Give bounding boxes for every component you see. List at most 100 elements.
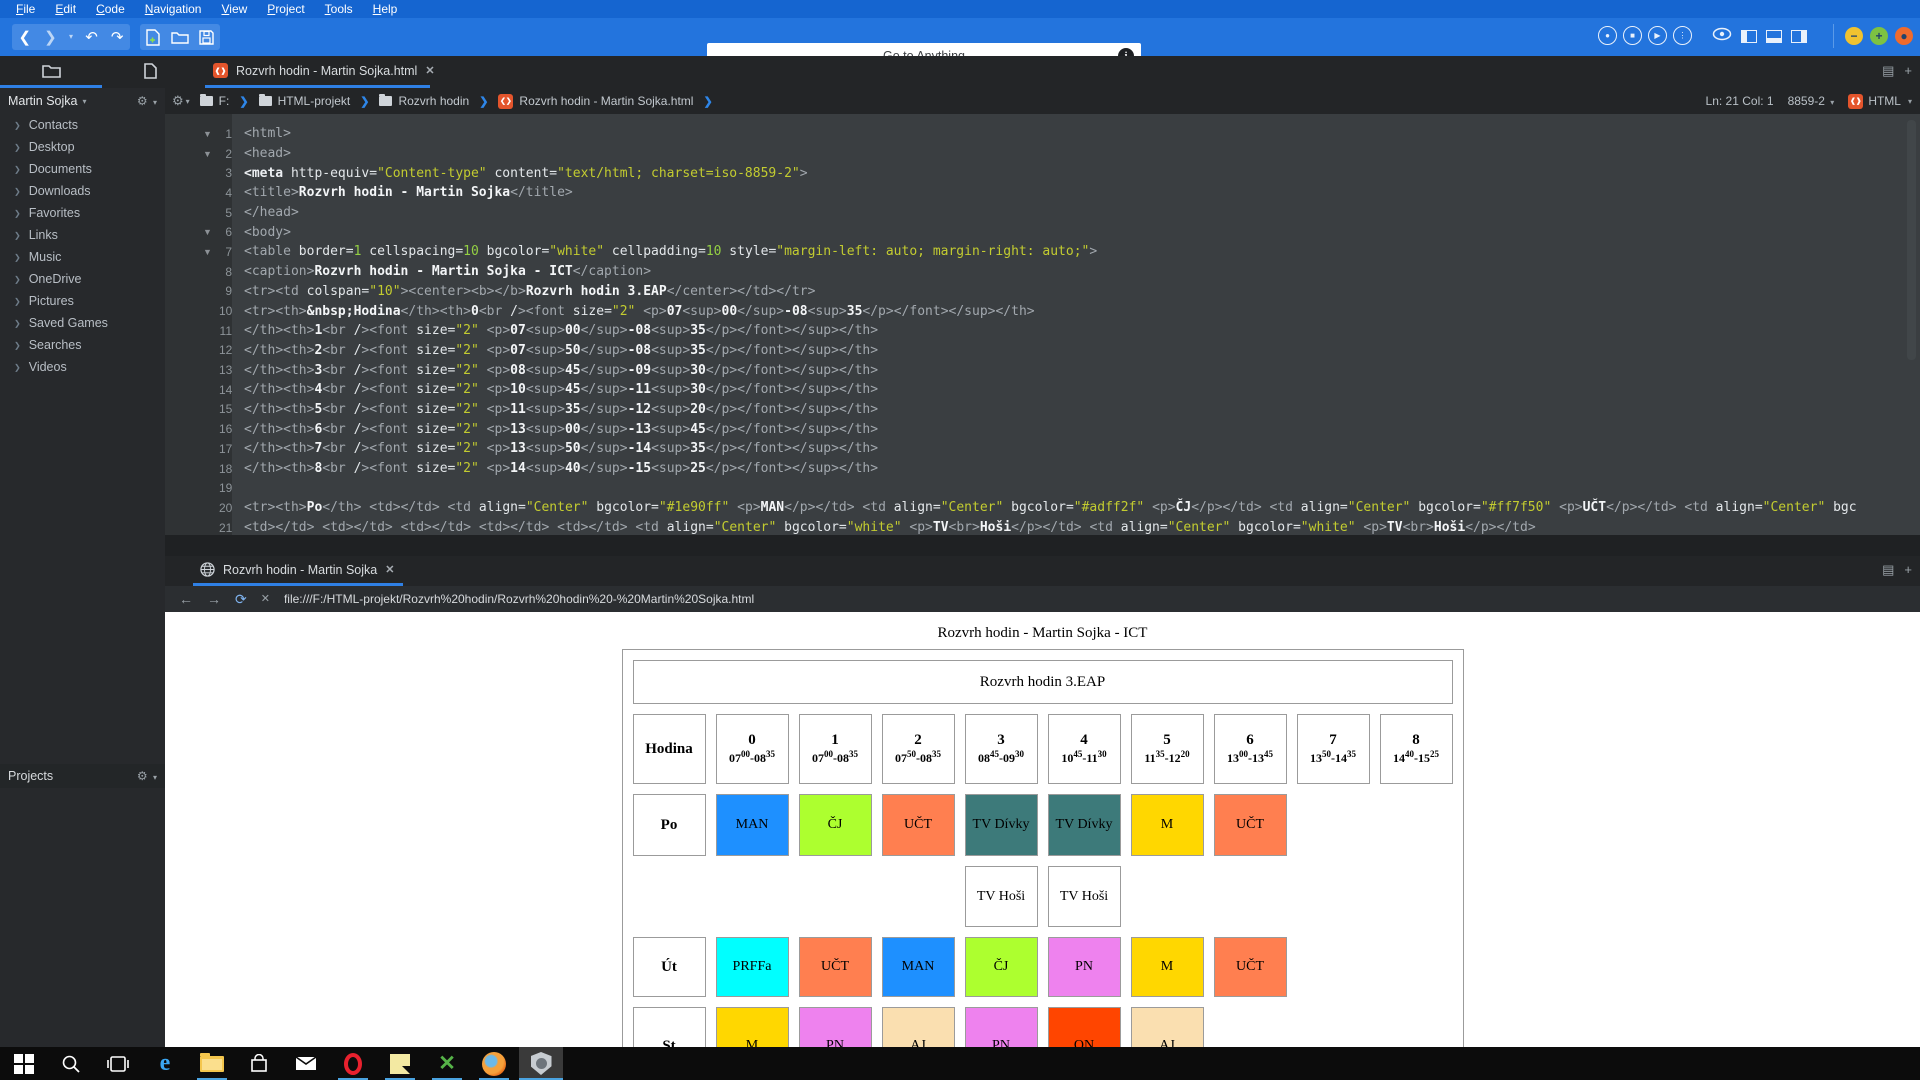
preview-stop-icon[interactable]: ✕ bbox=[261, 594, 270, 605]
tab-list-icon[interactable]: ▤ bbox=[1882, 63, 1894, 79]
menu-tools[interactable]: Tools bbox=[317, 2, 361, 16]
expand-chevron-icon[interactable]: ❯ bbox=[14, 165, 21, 174]
macro-stop-icon[interactable]: ■ bbox=[1623, 26, 1642, 45]
history-dropdown-icon[interactable]: ▾ bbox=[66, 26, 76, 48]
menu-navigation[interactable]: Navigation bbox=[137, 2, 210, 16]
tab-places[interactable] bbox=[0, 56, 102, 85]
taskbar-sticky-notes-button[interactable] bbox=[378, 1047, 422, 1080]
sidebar-item-saved-games[interactable]: ❯Saved Games bbox=[0, 312, 165, 334]
undo-button[interactable]: ↶ bbox=[82, 26, 102, 48]
taskbar-search-button[interactable] bbox=[49, 1047, 93, 1080]
editor-scrollbar[interactable] bbox=[1907, 120, 1916, 360]
projects-gear-icon[interactable]: ⚙ ▾ bbox=[137, 769, 157, 783]
menu-help[interactable]: Help bbox=[365, 2, 406, 16]
sidebar-item-onedrive[interactable]: ❯OneDrive bbox=[0, 268, 165, 290]
back-button[interactable]: ❮ bbox=[15, 26, 35, 48]
places-header[interactable]: Martin Sojka ▾ ⚙ ▾ bbox=[0, 88, 165, 114]
expand-chevron-icon[interactable]: ❯ bbox=[14, 209, 21, 218]
expand-chevron-icon[interactable]: ❯ bbox=[14, 121, 21, 130]
expand-chevron-icon[interactable]: ❯ bbox=[14, 231, 21, 240]
subject-cell: AJ bbox=[1131, 1007, 1204, 1047]
code-editor[interactable]: ▼1<html>▼2<head>3<meta http-equiv="Conte… bbox=[165, 114, 1920, 535]
editor-gear-icon[interactable]: ⚙ bbox=[172, 93, 184, 109]
sidebar-item-favorites[interactable]: ❯Favorites bbox=[0, 202, 165, 224]
forward-button[interactable]: ❯ bbox=[40, 26, 60, 48]
tab-open-files[interactable] bbox=[110, 56, 190, 85]
add-circle-icon[interactable]: + bbox=[1870, 27, 1888, 45]
macro-record-icon[interactable]: ● bbox=[1598, 26, 1617, 45]
new-tab-icon[interactable]: + bbox=[1904, 63, 1912, 79]
taskbar-edge-button[interactable]: e bbox=[143, 1047, 187, 1080]
sidebar-item-contacts[interactable]: ❯ Contacts bbox=[0, 114, 165, 136]
new-file-icon[interactable] bbox=[143, 26, 163, 48]
taskbar-mail-button[interactable] bbox=[284, 1047, 328, 1080]
fold-arrow-icon[interactable]: ▼ bbox=[203, 129, 219, 139]
macro-list-icon[interactable]: ⋮ bbox=[1673, 26, 1692, 45]
preview-tab[interactable]: Rozvrh hodin - Martin Sojka ✕ bbox=[200, 556, 394, 583]
breadcrumb-item[interactable]: Rozvrh hodin bbox=[379, 94, 469, 108]
taskbar-komodo-button[interactable] bbox=[519, 1047, 563, 1080]
preview-back-icon[interactable]: ← bbox=[179, 592, 193, 606]
sidebar-item-links[interactable]: ❯Links bbox=[0, 224, 165, 246]
sidebar-item-downloads[interactable]: ❯Downloads bbox=[0, 180, 165, 202]
taskbar-start-button[interactable] bbox=[2, 1047, 46, 1080]
toggle-left-pane-icon[interactable] bbox=[1741, 30, 1757, 43]
expand-chevron-icon[interactable]: ❯ bbox=[14, 319, 21, 328]
taskbar-taskview-button[interactable] bbox=[96, 1047, 140, 1080]
breadcrumb-item[interactable]: F: bbox=[200, 94, 230, 108]
taskbar-explorer-button[interactable] bbox=[190, 1047, 234, 1080]
taskbar-green-x-app-button[interactable]: ✕ bbox=[425, 1047, 469, 1080]
language-dropdown[interactable]: ❰❱ HTML ▾ bbox=[1848, 94, 1912, 109]
sidebar-item-documents[interactable]: ❯Documents bbox=[0, 158, 165, 180]
tab-close-icon[interactable]: ✕ bbox=[425, 64, 434, 77]
tab-editor-file[interactable]: ❰❱ Rozvrh hodin - Martin Sojka.html ✕ bbox=[205, 56, 430, 85]
preview-forward-icon[interactable]: → bbox=[207, 592, 221, 606]
preview-list-icon[interactable]: ▤ bbox=[1882, 562, 1894, 578]
breadcrumb-item[interactable]: ❮❯Rozvrh hodin - Martin Sojka.html bbox=[498, 94, 693, 109]
fold-arrow-icon[interactable]: ▼ bbox=[203, 247, 219, 257]
sidebar-item-searches[interactable]: ❯Searches bbox=[0, 334, 165, 356]
pane-splitter[interactable] bbox=[165, 535, 1920, 556]
open-folder-icon[interactable] bbox=[170, 26, 190, 48]
sidebar-item-videos[interactable]: ❯Videos bbox=[0, 356, 165, 378]
fold-arrow-icon[interactable]: ▼ bbox=[203, 149, 219, 159]
expand-chevron-icon[interactable]: ❯ bbox=[14, 143, 21, 152]
minimize-circle-icon[interactable]: − bbox=[1845, 27, 1863, 45]
menu-view[interactable]: View bbox=[213, 2, 255, 16]
save-icon[interactable] bbox=[197, 26, 217, 48]
redo-button[interactable]: ↷ bbox=[107, 26, 127, 48]
macro-play-icon[interactable]: ▶ bbox=[1648, 26, 1667, 45]
preview-new-tab-icon[interactable]: + bbox=[1904, 562, 1912, 578]
code-text: </th><th>7<br /><font size="2" <p>13<sup… bbox=[244, 441, 878, 456]
menu-edit[interactable]: Edit bbox=[47, 2, 84, 16]
menu-file[interactable]: File bbox=[8, 2, 43, 16]
sidebar-item-desktop[interactable]: ❯Desktop bbox=[0, 136, 165, 158]
projects-header[interactable]: Projects ⚙ ▾ bbox=[0, 764, 165, 788]
taskbar-store-button[interactable] bbox=[237, 1047, 281, 1080]
expand-chevron-icon[interactable]: ❯ bbox=[14, 275, 21, 284]
sidebar-item-pictures[interactable]: ❯Pictures bbox=[0, 290, 165, 312]
fold-arrow-icon[interactable]: ▼ bbox=[203, 227, 219, 237]
preview-url-field[interactable]: file:///F:/HTML-projekt/Rozvrh%20hodin/R… bbox=[284, 592, 754, 606]
expand-chevron-icon[interactable]: ❯ bbox=[14, 363, 21, 372]
places-gear-icon[interactable]: ⚙ ▾ bbox=[137, 94, 157, 108]
sidebar-item-label: Contacts bbox=[29, 118, 78, 132]
menu-project[interactable]: Project bbox=[259, 2, 312, 16]
preview-eye-icon[interactable] bbox=[1712, 27, 1732, 46]
expand-chevron-icon[interactable]: ❯ bbox=[14, 253, 21, 262]
komodo-menu-icon[interactable]: ● bbox=[1895, 27, 1913, 45]
preview-reload-icon[interactable]: ⟳ bbox=[235, 592, 247, 606]
line-number: 4 bbox=[219, 186, 232, 200]
toggle-bottom-pane-icon[interactable] bbox=[1766, 30, 1782, 43]
toggle-right-pane-icon[interactable] bbox=[1791, 30, 1807, 43]
menu-code[interactable]: Code bbox=[88, 2, 133, 16]
preview-tab-close-icon[interactable]: ✕ bbox=[385, 563, 394, 576]
taskbar-firefox-button[interactable] bbox=[472, 1047, 516, 1080]
expand-chevron-icon[interactable]: ❯ bbox=[14, 187, 21, 196]
encoding-dropdown[interactable]: 8859-2 ▾ bbox=[1788, 94, 1835, 108]
expand-chevron-icon[interactable]: ❯ bbox=[14, 297, 21, 306]
expand-chevron-icon[interactable]: ❯ bbox=[14, 341, 21, 350]
sidebar-item-music[interactable]: ❯Music bbox=[0, 246, 165, 268]
breadcrumb-item[interactable]: HTML-projekt bbox=[259, 94, 351, 108]
taskbar-opera-button[interactable] bbox=[331, 1047, 375, 1080]
